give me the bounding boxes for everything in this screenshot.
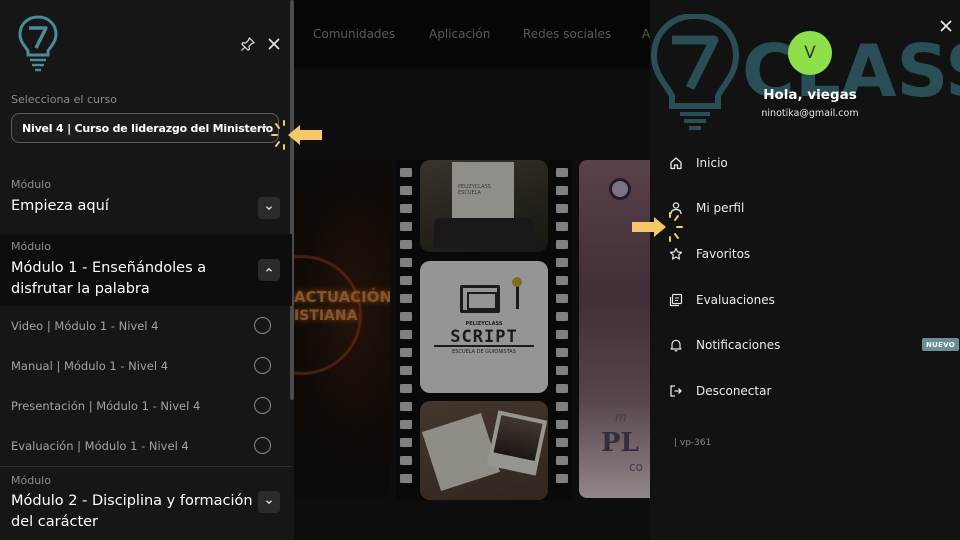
lesson-status-radio[interactable] — [254, 317, 271, 334]
lesson-item-evaluacion[interactable]: Evaluación | Módulo 1 - Nivel 4 — [0, 426, 292, 466]
module-tag: Módulo — [11, 240, 51, 253]
expand-button[interactable] — [258, 491, 280, 513]
course-select-value: Nivel 4 | Curso de liderazgo del Ministe… — [22, 121, 274, 135]
hint-pointer-icon — [271, 120, 322, 150]
star-icon — [668, 246, 684, 262]
evaluations-icon — [668, 292, 684, 308]
module-title: Módulo 1 - Enseñándoles a disfrutar la p… — [11, 260, 207, 297]
menu-label: Evaluaciones — [696, 293, 775, 307]
chevron-up-icon — [266, 267, 272, 272]
hint-pointer-icon — [632, 212, 683, 242]
expand-button[interactable] — [258, 197, 280, 219]
pin-icon[interactable] — [238, 35, 256, 53]
menu-label: Inicio — [696, 156, 728, 170]
chevron-down-icon — [260, 125, 267, 130]
menu-label: Mi perfil — [696, 201, 745, 215]
lesson-item-video[interactable]: Video | Módulo 1 - Nivel 4 — [0, 306, 292, 346]
lesson-item-presentacion[interactable]: Presentación | Módulo 1 - Nivel 4 — [0, 386, 292, 426]
module-tag: Módulo — [11, 178, 51, 191]
menu-label: Notificaciones — [696, 338, 781, 352]
menu-item-inicio[interactable]: Inicio — [668, 150, 958, 176]
close-icon[interactable] — [937, 17, 955, 35]
chevron-down-icon — [266, 206, 272, 211]
module-title: Módulo 2 - Disciplina y formación del ca… — [11, 493, 253, 530]
course-select[interactable]: Nivel 4 | Curso de liderazgo del Ministe… — [11, 113, 279, 143]
module-2[interactable]: Módulo Módulo 2 - Disciplina y formación… — [0, 466, 292, 540]
menu-label: Favoritos — [696, 247, 751, 261]
menu-item-notificaciones[interactable]: Notificaciones — [668, 332, 958, 358]
user-drawer: CLASS V Hola, viegas ninotika@gmail.com … — [650, 0, 960, 540]
lesson-label: Manual | Módulo 1 - Nivel 4 — [11, 359, 169, 373]
lesson-item-manual[interactable]: Manual | Módulo 1 - Nivel 4 — [0, 346, 292, 386]
module-title: Empieza aquí — [11, 198, 109, 214]
home-icon — [668, 155, 684, 171]
collapse-button[interactable] — [258, 259, 280, 281]
lesson-status-radio[interactable] — [254, 357, 271, 374]
logo-icon — [18, 15, 58, 72]
course-drawer: Selecciona el curso Nivel 4 | Curso de l… — [0, 0, 294, 540]
lesson-label: Evaluación | Módulo 1 - Nivel 4 — [11, 439, 189, 453]
version-label: | vp-361 — [674, 438, 712, 448]
module-empieza-aqui[interactable]: Módulo Empieza aquí — [0, 172, 292, 234]
lesson-status-radio[interactable] — [254, 397, 271, 414]
bell-icon — [668, 337, 684, 353]
avatar[interactable]: V — [788, 31, 832, 75]
menu-item-favoritos[interactable]: Favoritos — [668, 241, 958, 267]
chevron-down-icon — [266, 500, 272, 505]
lesson-status-radio[interactable] — [254, 437, 271, 454]
menu-item-evaluaciones[interactable]: Evaluaciones — [668, 287, 958, 313]
logout-icon — [668, 383, 684, 399]
close-icon[interactable] — [265, 35, 283, 53]
course-select-label: Selecciona el curso — [11, 93, 117, 106]
menu-label: Desconectar — [696, 384, 772, 398]
module-tag: Módulo — [11, 474, 51, 487]
user-greeting: Hola, viegas — [763, 87, 857, 103]
module-1[interactable]: Módulo Módulo 1 - Enseñándoles a disfrut… — [0, 234, 292, 306]
user-email: ninotika@gmail.com — [761, 108, 859, 119]
menu-item-mi-perfil[interactable]: Mi perfil — [668, 195, 958, 221]
new-badge: NUEVO — [922, 338, 959, 351]
lesson-label: Video | Módulo 1 - Nivel 4 — [11, 319, 159, 333]
menu-item-desconectar[interactable]: Desconectar — [668, 378, 958, 404]
lesson-label: Presentación | Módulo 1 - Nivel 4 — [11, 399, 201, 413]
